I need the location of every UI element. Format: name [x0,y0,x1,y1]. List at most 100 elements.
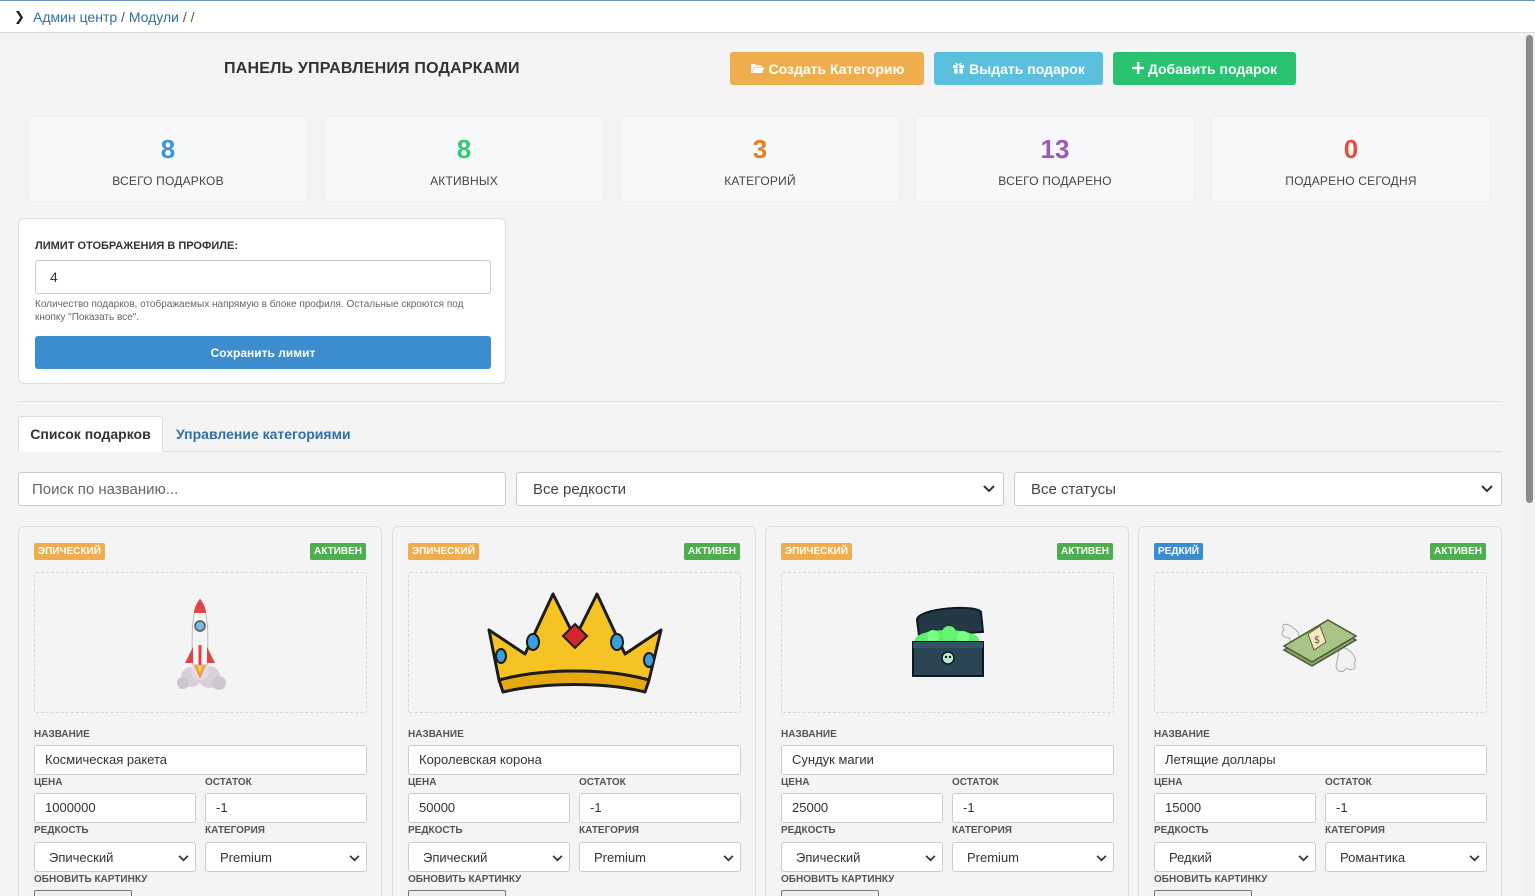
create-category-button[interactable]: Создать Категорию [730,52,924,85]
chevron-down-icon [723,850,734,865]
rarity-select-value: Редкий [1169,849,1212,865]
price-input[interactable]: 50000 [408,793,570,823]
rarity-filter-value: Все редкости [533,480,626,498]
chevron-down-icon [349,850,360,865]
file-choose-button[interactable] [781,890,879,896]
status-filter-value: Все статусы [1031,480,1116,498]
category-select-value: Романтика [1340,849,1406,865]
flying-dollars-image: $ [1281,618,1357,672]
chevron-down-icon [1298,850,1309,865]
price-input[interactable]: 25000 [781,793,943,823]
add-gift-label: Добавить подарок [1147,60,1278,77]
chevron-down-icon [983,482,995,496]
give-gift-label: Выдать подарок [969,60,1085,77]
file-choose-button[interactable] [408,890,506,896]
gift-card: РЕДКИЙ АКТИВЕН $ НАЗВАНИЕ Летящие доллар… [1138,526,1502,896]
limit-input[interactable]: 4 [35,260,491,294]
category-select[interactable]: Premium [205,842,367,872]
tab-gift-list[interactable]: Список подарков [18,416,163,452]
price-input[interactable]: 1000000 [34,793,196,823]
section-divider [18,401,1502,402]
gift-name-input[interactable]: Сундук магии [781,745,1114,775]
stat-label: ПОДАРЕНО СЕГОДНЯ [1285,174,1417,188]
status-badge: АКТИВЕН [310,543,366,560]
category-select[interactable]: Романтика [1325,842,1487,872]
gift-name-input[interactable]: Королевская корона [408,745,741,775]
give-gift-button[interactable]: Выдать подарок [934,52,1103,85]
gift-icon [952,61,965,77]
rarity-select[interactable]: Редкий [1154,842,1316,872]
stock-label: ОСТАТОК [579,777,626,788]
category-label: КАТЕГОРИЯ [205,825,265,836]
top-bar: ❯ Админ центр / Модули / / [0,0,1535,33]
rarity-select[interactable]: Эпический [408,842,570,872]
file-choose-button[interactable] [34,890,132,896]
page-title: ПАНЕЛЬ УПРАВЛЕНИЯ ПОДАРКАМИ [224,60,520,77]
tab-category-management[interactable]: Управление категориями [176,416,351,452]
name-label: НАЗВАНИЕ [1154,729,1210,740]
save-limit-button[interactable]: Сохранить лимит [35,336,491,369]
breadcrumb: Админ центр / Модули / / [33,9,195,25]
file-choose-button[interactable] [1154,890,1252,896]
gift-image-box [34,572,367,713]
stat-card-total-given: 13 ВСЕГО ПОДАРЕНО [915,116,1195,202]
category-select-value: Premium [967,849,1020,865]
stock-label: ОСТАТОК [1325,777,1372,788]
gift-card: ЭПИЧЕСКИЙ АКТИВЕН НАЗВАНИЕ Королевская к… [392,526,756,896]
gift-name-input[interactable]: Летящие доллары [1154,745,1487,775]
name-label: НАЗВАНИЕ [408,729,464,740]
gift-image-box [408,572,741,713]
breadcrumb-separator: / [190,9,195,25]
rarity-select[interactable]: Эпический [34,842,196,872]
status-filter-select[interactable]: Все статусы [1014,472,1502,506]
stock-label: ОСТАТОК [205,777,252,788]
stock-input[interactable]: -1 [205,793,367,823]
display-limit-panel: ЛИМИТ ОТОБРАЖЕНИЯ В ПРОФИЛЕ: 4 Количеств… [18,218,506,384]
stat-value: 13 [1040,134,1070,164]
stock-input[interactable]: -1 [952,793,1114,823]
update-image-label: ОБНОВИТЬ КАРТИНКУ [408,874,522,885]
price-input[interactable]: 15000 [1154,793,1316,823]
chevron-down-icon [925,850,936,865]
chest-image [911,606,984,677]
rarity-label: РЕДКОСТЬ [1154,825,1209,836]
name-label: НАЗВАНИЕ [34,729,90,740]
sidebar-toggle-icon[interactable]: ❯ [14,9,25,25]
chevron-down-icon [1469,850,1480,865]
add-gift-button[interactable]: Добавить подарок [1113,52,1296,85]
rarity-select-value: Эпический [796,849,861,865]
update-image-label: ОБНОВИТЬ КАРТИНКУ [781,874,895,885]
stock-input[interactable]: -1 [579,793,741,823]
rarity-badge: ЭПИЧЕСКИЙ [781,543,852,560]
stat-value: 3 [752,134,768,164]
rarity-select-value: Эпический [423,849,488,865]
create-category-label: Создать Категорию [768,60,905,77]
stock-label: ОСТАТОК [952,777,999,788]
category-label: КАТЕГОРИЯ [1325,825,1385,836]
page-scrollbar[interactable] [1523,33,1535,896]
status-badge: АКТИВЕН [1057,543,1113,560]
category-select[interactable]: Premium [579,842,741,872]
stock-input[interactable]: -1 [1325,793,1487,823]
status-badge: АКТИВЕН [684,543,740,560]
folder-open-icon [750,61,765,77]
rarity-badge: РЕДКИЙ [1154,543,1203,560]
rarity-filter-select[interactable]: Все редкости [516,472,1004,506]
crown-image [487,592,662,693]
scrollbar-thumb[interactable] [1526,35,1533,503]
rarity-select[interactable]: Эпический [781,842,943,872]
breadcrumb-modules[interactable]: Модули [129,9,179,25]
category-select[interactable]: Premium [952,842,1114,872]
gift-name-input[interactable]: Космическая ракета [34,745,367,775]
chevron-down-icon [552,850,563,865]
stat-label: ВСЕГО ПОДАРКОВ [112,174,224,188]
gift-card: ЭПИЧЕСКИЙ АКТИВЕН НАЗВАНИЕ Космическая р… [18,526,382,896]
rarity-label: РЕДКОСТЬ [34,825,89,836]
search-input[interactable]: Поиск по названию... [18,472,506,506]
stat-card-active: 8 АКТИВНЫХ [324,116,604,202]
limit-help-text: Количество подарков, отображаемых напрям… [35,299,464,323]
category-label: КАТЕГОРИЯ [952,825,1012,836]
rarity-label: РЕДКОСТЬ [781,825,836,836]
breadcrumb-admin-center[interactable]: Админ центр [33,9,117,25]
tab-bar: Список подарков Управление категориями [18,416,1502,452]
